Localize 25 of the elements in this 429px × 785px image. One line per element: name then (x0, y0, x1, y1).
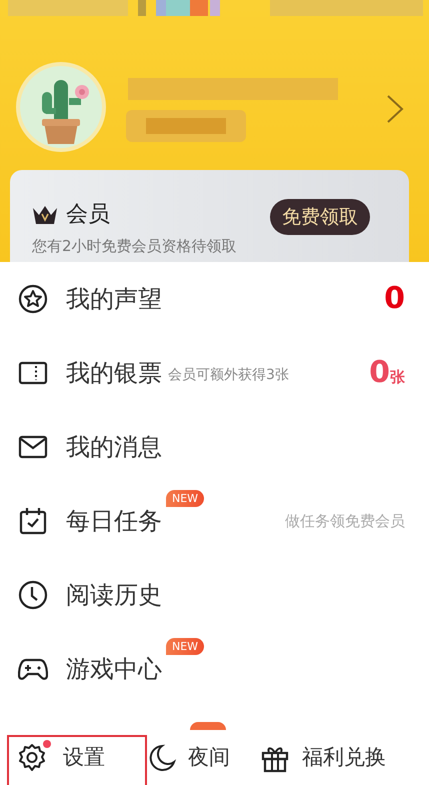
count-value: 0 (384, 284, 405, 314)
menu-item-label[interactable]: 我的银票 (66, 355, 162, 391)
menu-item-label[interactable]: 每日任务 (66, 503, 162, 539)
bottom-bar-button[interactable]: 福利兑换 (302, 742, 386, 774)
badge-edge (190, 722, 226, 730)
count-value: 0 (369, 358, 390, 388)
new-badge: NEW (166, 638, 204, 655)
crown-icon (32, 204, 58, 224)
bottom-bar-button[interactable]: 设置 (63, 742, 105, 774)
member-title: 会员 (66, 201, 110, 229)
menu-item-label[interactable]: 游戏中心 (66, 651, 162, 687)
menu-item-label[interactable]: 阅读历史 (66, 577, 162, 613)
settings-icon (17, 742, 47, 772)
claim-button[interactable]: 免费领取 (270, 199, 370, 235)
menu-item-label[interactable]: 我的消息 (66, 429, 162, 465)
menu-item-note: 会员可额外获得3张 (168, 366, 289, 384)
calendar-icon (18, 506, 48, 536)
menu-item-note: 做任务领免费会员 (285, 510, 405, 532)
new-badge: NEW (166, 490, 204, 507)
bottom-bar-button[interactable]: 夜间 (188, 742, 230, 774)
member-subtitle: 您有2小时免费会员资格待领取 (32, 236, 237, 256)
count-unit: 张 (390, 366, 405, 388)
chevron-right-icon[interactable] (385, 94, 405, 124)
menu-item-label[interactable]: 我的声望 (66, 281, 162, 317)
clock-icon (18, 580, 48, 610)
